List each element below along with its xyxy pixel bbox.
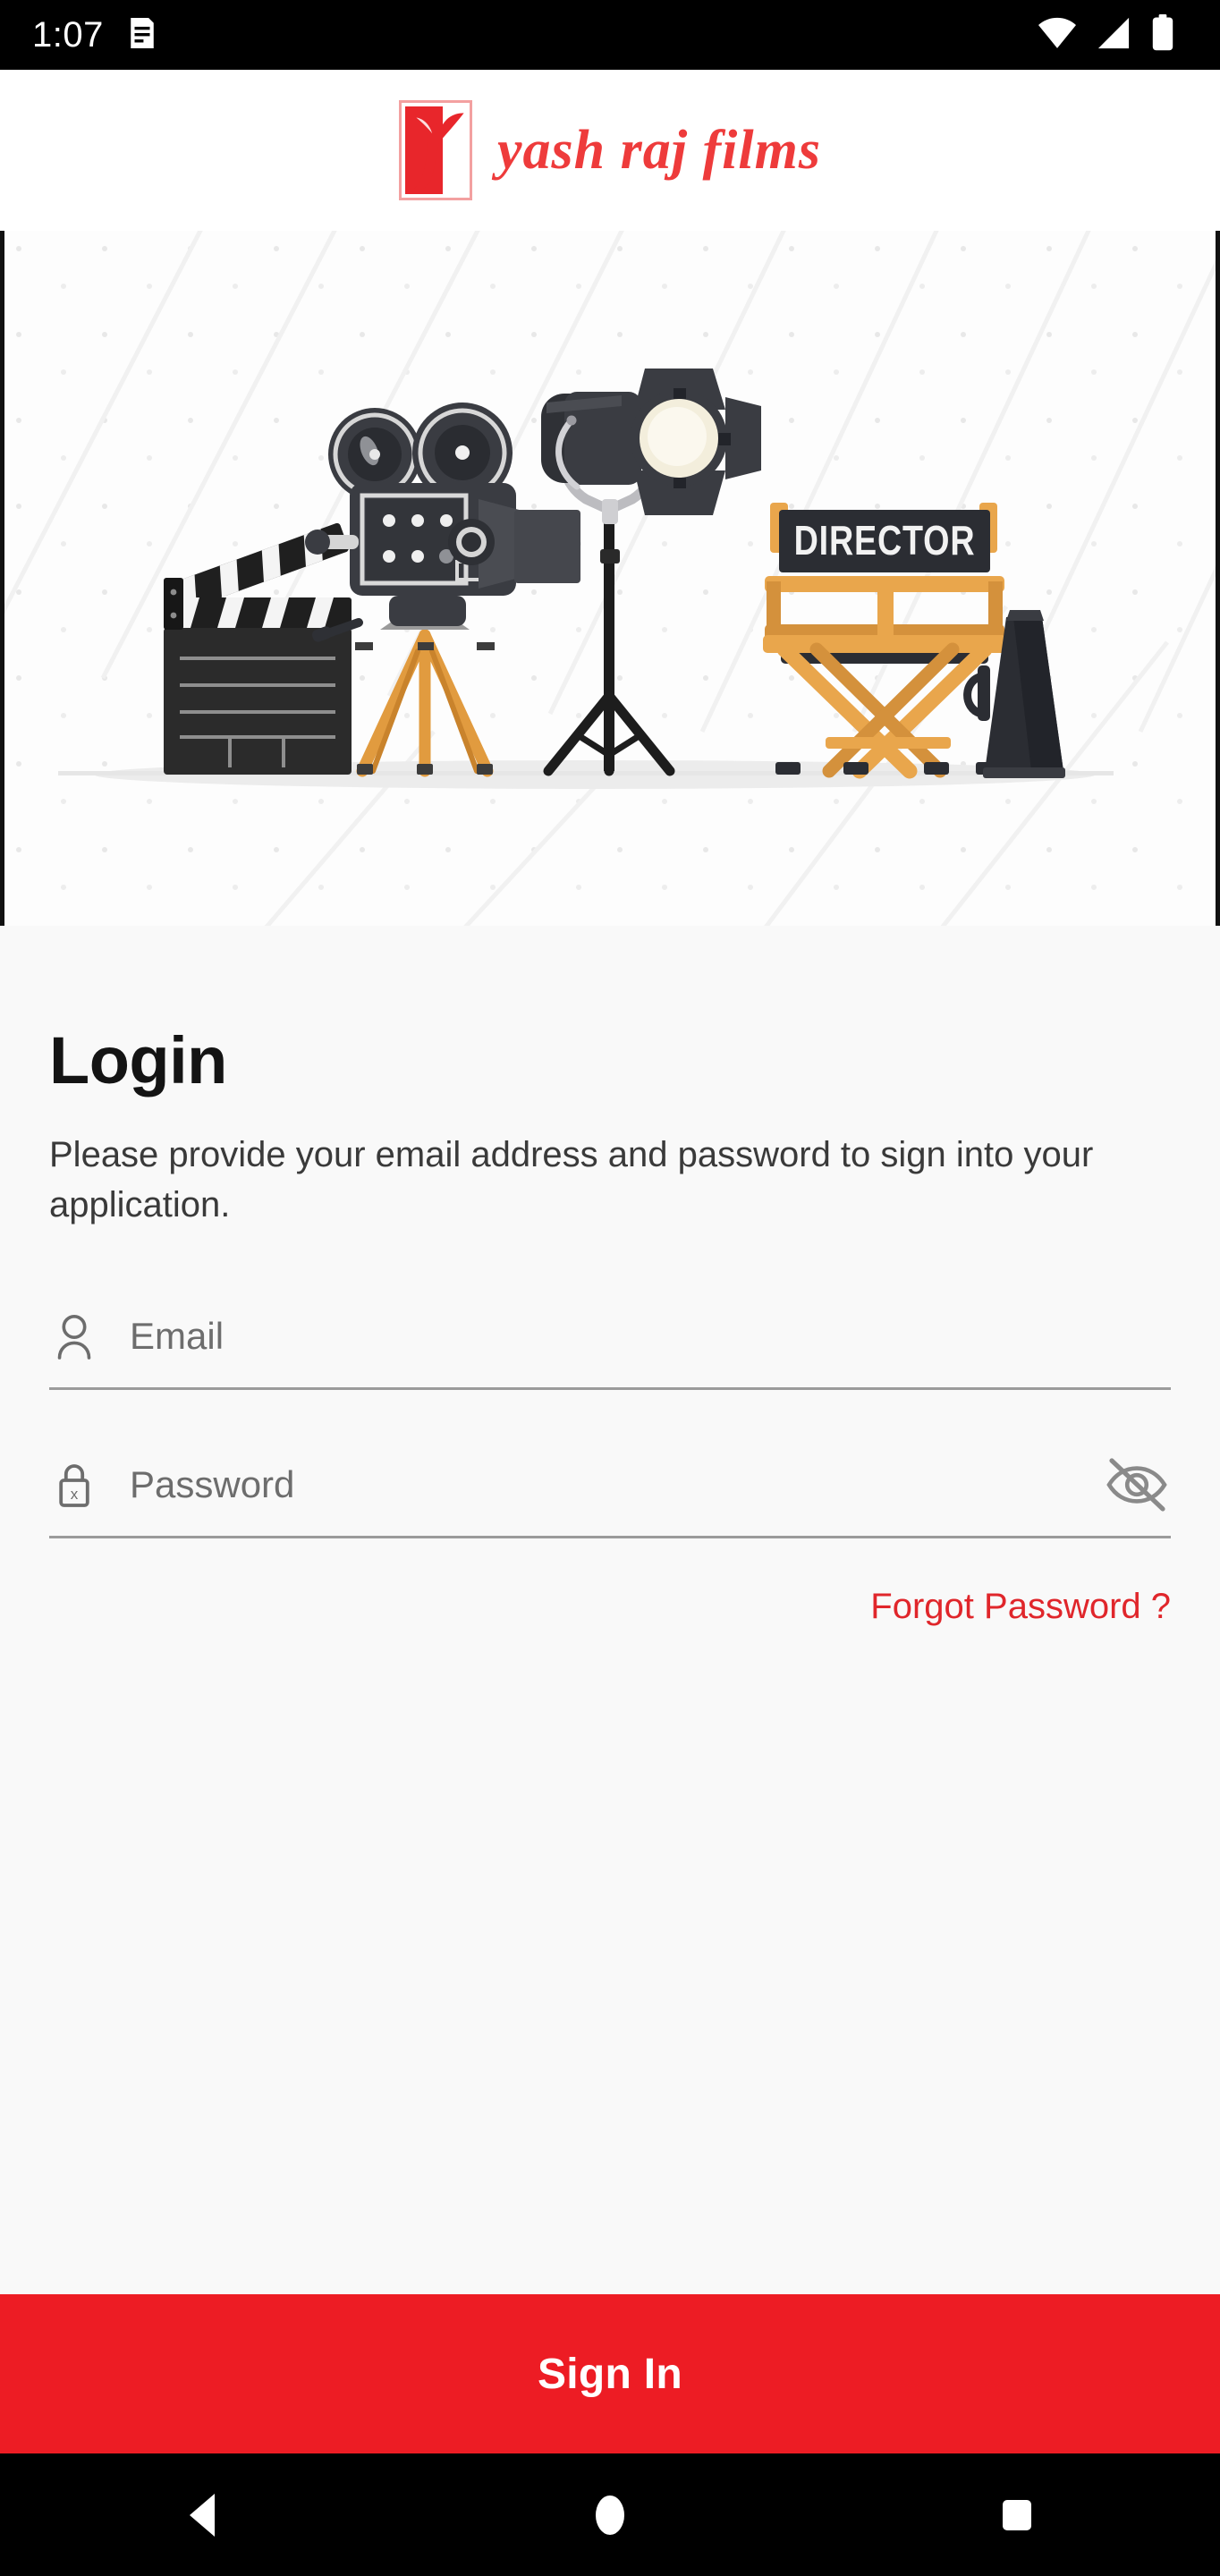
home-circle-icon[interactable]: [530, 2453, 690, 2576]
email-field-row[interactable]: [49, 1284, 1171, 1391]
status-bar-left: 1:07: [0, 16, 157, 55]
app-header: yash raj films: [0, 70, 1220, 231]
yash-raj-films-logo-icon: [399, 100, 473, 200]
forgot-password-row: Forgot Password ?: [49, 1587, 1171, 1627]
email-input[interactable]: [130, 1284, 1171, 1388]
document-notification-icon: [127, 16, 157, 55]
brand-name: yash raj films: [497, 119, 821, 181]
login-description: Please provide your email address and pa…: [49, 1134, 1094, 1225]
svg-text:x: x: [71, 1486, 79, 1503]
svg-text:DIRECTOR: DIRECTOR: [794, 517, 976, 563]
lock-icon: x: [49, 1458, 99, 1512]
status-bar-right: [1038, 13, 1220, 56]
page-title: Login: [49, 1023, 227, 1097]
status-bar: 1:07: [0, 0, 1220, 70]
hero-illustration: DIRECTOR: [0, 231, 1220, 926]
login-card: Login Please provide your email address …: [0, 926, 1220, 2294]
android-navigation-bar: [0, 2453, 1220, 2576]
password-field-row[interactable]: x: [49, 1433, 1171, 1539]
battery-full-icon: [1150, 13, 1175, 56]
person-icon: [49, 1309, 99, 1363]
status-bar-clock: 1:07: [32, 15, 104, 55]
cellular-signal-icon: [1095, 17, 1132, 54]
password-input[interactable]: [130, 1433, 1072, 1537]
back-triangle-icon[interactable]: [123, 2453, 284, 2576]
eye-off-icon[interactable]: [1103, 1453, 1171, 1516]
sign-in-button[interactable]: Sign In: [0, 2294, 1220, 2453]
forgot-password-link[interactable]: Forgot Password ?: [870, 1587, 1171, 1627]
wifi-icon: [1038, 17, 1077, 54]
recents-square-icon[interactable]: [936, 2453, 1097, 2576]
